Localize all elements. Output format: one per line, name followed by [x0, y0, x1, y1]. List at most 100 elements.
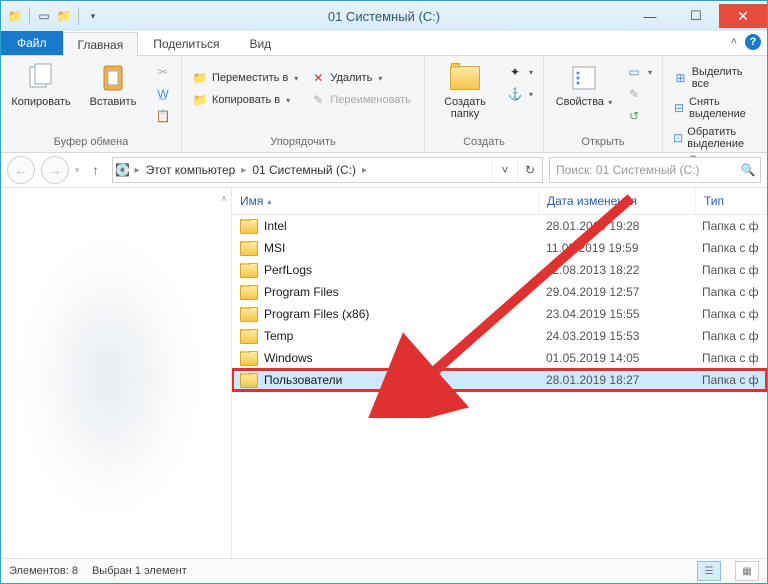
search-box[interactable]: 🔍	[549, 157, 761, 183]
new-folder-icon[interactable]: 📁	[56, 8, 72, 24]
easy-access-button[interactable]: ⚓▾	[503, 84, 537, 104]
file-list[interactable]: Intel28.01.2019 19:28Папка с фMSI11.02.2…	[232, 215, 767, 558]
close-button[interactable]: ✕	[719, 4, 767, 28]
rename-button[interactable]: ✎Переименовать	[306, 90, 415, 110]
group-label: Буфер обмена	[7, 134, 175, 152]
file-type: Папка с ф	[694, 373, 767, 387]
file-name: Пользователи	[264, 373, 342, 387]
table-row[interactable]: Windows01.05.2019 14:05Папка с ф	[232, 347, 767, 369]
icons-view-button[interactable]: ▦	[735, 561, 759, 581]
group-label: Создать	[431, 134, 537, 152]
file-date: 22.08.2013 18:22	[538, 263, 694, 277]
address-bar[interactable]: 💽 ▸ Этот компьютер ▸ 01 Системный (C:) ▸…	[112, 157, 543, 183]
refresh-button[interactable]: ↻	[517, 159, 542, 181]
edit-button[interactable]: ✎	[622, 84, 656, 104]
chevron-right-icon[interactable]: ▸	[360, 165, 369, 176]
column-type[interactable]: Тип	[696, 188, 767, 214]
paste-shortcut-icon: 📋	[155, 108, 171, 124]
minimize-button[interactable]: —	[627, 4, 673, 28]
copy-path-icon: W̲	[155, 86, 171, 102]
address-dropdown-button[interactable]: ˅	[492, 159, 517, 181]
copy-to-button[interactable]: 📁Копировать в▾	[188, 90, 302, 110]
paste-icon	[97, 62, 129, 94]
tab-home[interactable]: Главная	[63, 32, 139, 56]
table-row[interactable]: Program Files29.04.2019 12:57Папка с ф	[232, 281, 767, 303]
help-icon[interactable]: ?	[745, 34, 761, 50]
status-selected-count: Выбран 1 элемент	[92, 565, 187, 577]
edit-icon: ✎	[626, 86, 642, 102]
search-icon[interactable]: 🔍	[736, 163, 760, 177]
content-area: ˄ Имя▴ Дата изменения Тип Intel28.01.201…	[1, 188, 767, 558]
file-date: 11.02.2019 19:59	[538, 241, 694, 255]
explorer-window: 📁 ▭ 📁 ▾ 01 Системный (C:) — ☐ ✕ Файл Гла…	[0, 0, 768, 584]
invert-selection-button[interactable]: ⊡Обратить выделение	[669, 124, 761, 152]
delete-button[interactable]: ✕Удалить▾	[306, 68, 415, 88]
search-input[interactable]	[550, 163, 736, 177]
select-all-icon: ⊞	[673, 70, 688, 86]
back-button[interactable]: ←	[7, 156, 35, 184]
breadcrumb-drive[interactable]: 01 Системный (C:)	[248, 158, 360, 182]
maximize-button[interactable]: ☐	[673, 4, 719, 28]
window-controls: — ☐ ✕	[627, 4, 767, 28]
table-row[interactable]: Temp24.03.2019 15:53Папка с ф	[232, 325, 767, 347]
rename-icon: ✎	[310, 92, 326, 108]
column-name[interactable]: Имя▴	[232, 188, 539, 214]
navigation-pane[interactable]: ˄	[1, 188, 232, 558]
select-all-button[interactable]: ⊞Выделить все	[669, 64, 761, 92]
chevron-right-icon[interactable]: ▸	[239, 165, 248, 176]
file-date: 28.01.2019 18:27	[538, 373, 694, 387]
chevron-down-icon[interactable]: ▾	[85, 8, 101, 24]
copy-to-icon: 📁	[192, 92, 208, 108]
tab-view[interactable]: Вид	[234, 31, 286, 55]
new-folder-button[interactable]: Создать папку	[431, 58, 499, 120]
table-row[interactable]: Intel28.01.2019 19:28Папка с ф	[232, 215, 767, 237]
folder-icon: 📁	[7, 8, 23, 24]
delete-icon: ✕	[310, 70, 326, 86]
history-button[interactable]: ↺	[622, 106, 656, 126]
table-row[interactable]: Пользователи 28.01.2019 18:27Папка с ф	[232, 369, 767, 391]
new-item-button[interactable]: ✦▾	[503, 62, 537, 82]
paste-button[interactable]: Вставить	[79, 58, 147, 108]
paste-shortcut-button[interactable]: 📋	[151, 106, 175, 126]
quick-access-toolbar: 📁 ▭ 📁 ▾	[1, 7, 101, 25]
easy-access-icon: ⚓	[507, 86, 523, 102]
folder-icon	[240, 263, 258, 278]
ribbon-group-clipboard: Копировать Вставить ✂ W̲ 📋 Буфер обмена	[1, 56, 182, 152]
table-row[interactable]: PerfLogs22.08.2013 18:22Папка с ф	[232, 259, 767, 281]
properties-icon[interactable]: ▭	[36, 8, 52, 24]
column-date[interactable]: Дата изменения	[539, 188, 696, 214]
chevron-down-icon: ▾	[286, 96, 290, 105]
details-view-button[interactable]: ☰	[697, 561, 721, 581]
chevron-up-icon[interactable]: ˄	[731, 36, 737, 48]
table-row[interactable]: MSI11.02.2019 19:59Папка с ф	[232, 237, 767, 259]
new-folder-icon	[449, 62, 481, 94]
file-date: 24.03.2019 15:53	[538, 329, 694, 343]
file-date: 23.04.2019 15:55	[538, 307, 694, 321]
ribbon: Копировать Вставить ✂ W̲ 📋 Буфер обмена …	[1, 56, 767, 153]
recent-locations-button[interactable]: ▾	[75, 165, 80, 176]
file-type: Папка с ф	[694, 285, 767, 299]
table-row[interactable]: Program Files (x86)23.04.2019 15:55Папка…	[232, 303, 767, 325]
properties-button[interactable]: Свойства ▾	[550, 58, 618, 108]
tab-file[interactable]: Файл	[1, 31, 63, 55]
copy-path-button[interactable]: W̲	[151, 84, 175, 104]
chevron-down-icon: ▾	[378, 74, 382, 83]
titlebar: 📁 ▭ 📁 ▾ 01 Системный (C:) — ☐ ✕	[1, 1, 767, 31]
scroll-up-icon[interactable]: ˄	[221, 194, 227, 205]
file-type: Папка с ф	[694, 263, 767, 277]
up-button[interactable]: ↑	[86, 160, 106, 180]
breadcrumb-root[interactable]: Этот компьютер	[142, 158, 240, 182]
status-bar: Элементов: 8 Выбран 1 элемент ☰ ▦	[1, 558, 767, 583]
drive-icon: 💽	[113, 163, 133, 177]
folder-icon	[240, 219, 258, 234]
ribbon-group-open: Свойства ▾ ▭▾ ✎ ↺ Открыть	[544, 56, 663, 152]
copy-button[interactable]: Копировать	[7, 58, 75, 108]
move-to-button[interactable]: 📁Переместить в▾	[188, 68, 302, 88]
open-button[interactable]: ▭▾	[622, 62, 656, 82]
column-headers: Имя▴ Дата изменения Тип	[232, 188, 767, 215]
cut-button[interactable]: ✂	[151, 62, 175, 82]
forward-button[interactable]: →	[41, 156, 69, 184]
select-none-button[interactable]: ⊟Снять выделение	[669, 94, 761, 122]
tab-share[interactable]: Поделиться	[138, 31, 234, 55]
chevron-right-icon[interactable]: ▸	[133, 165, 142, 176]
